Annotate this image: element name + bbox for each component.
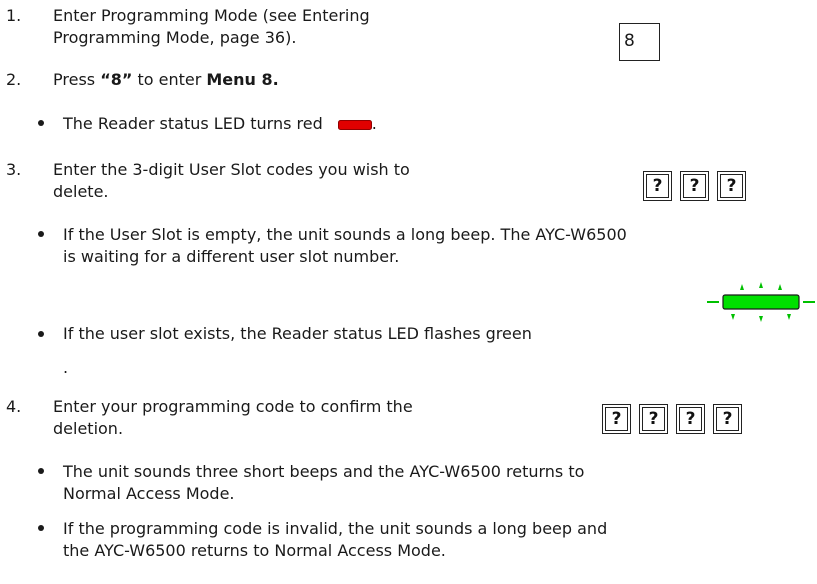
red-led-icon [337, 119, 372, 130]
program-code-key-1: ? [602, 404, 631, 434]
step-2-menu: Menu 8. [206, 70, 279, 89]
step-2-mid: to enter [132, 70, 207, 89]
red-led-text: The Reader status LED turns red [63, 114, 323, 133]
slot-exists-line1: If the user slot exists, the Reader stat… [63, 324, 532, 343]
step-4-text-line1: Enter your programming code to confirm t… [53, 397, 413, 416]
red-led-bullet-text: The Reader status LED turns red. [63, 113, 377, 134]
bullet-dot [38, 468, 44, 474]
program-code-key-2: ? [639, 404, 668, 434]
invalid-code-line1: If the programming code is invalid, the … [63, 519, 608, 538]
three-beeps-line1: The unit sounds three short beeps and th… [63, 462, 585, 481]
invalid-code-line2: the AYC-W6500 returns to Normal Access M… [63, 541, 446, 560]
bullet-dot [38, 120, 44, 126]
slot-exists-line2: . [63, 358, 69, 377]
bullet-dot [38, 331, 44, 337]
step-4-text-line2: deletion. [53, 419, 124, 438]
program-code-key-3: ? [676, 404, 705, 434]
menu-key-label: 8 [624, 31, 635, 51]
step-2-number: 2. [6, 70, 22, 89]
empty-slot-line2: is waiting for a different user slot num… [63, 247, 400, 266]
step-2-press: Press [53, 70, 101, 89]
user-slot-key-2: ? [680, 171, 709, 201]
user-slot-key-3: ? [717, 171, 746, 201]
step-3-number: 3. [6, 160, 22, 179]
step-1-text-line2: Programming Mode, page 36). [53, 28, 297, 47]
menu-key-box: 8 [619, 23, 660, 61]
user-slot-key-1: ? [643, 171, 672, 201]
step-3-text-line2: delete. [53, 182, 109, 201]
step-2-text: Press “8” to enter Menu 8. [53, 69, 279, 90]
step-1-text-line1: Enter Programming Mode (see Entering [53, 6, 370, 25]
program-code-key-4: ? [713, 404, 742, 434]
empty-slot-line1: If the User Slot is empty, the unit soun… [63, 225, 627, 244]
bullet-dot [38, 525, 44, 531]
bullet-dot [38, 231, 44, 237]
red-led-period: . [371, 114, 377, 133]
step-3-text-line1: Enter the 3-digit User Slot codes you wi… [53, 160, 410, 179]
step-1-number: 1. [6, 6, 22, 25]
step-2-key: “8” [100, 70, 133, 89]
three-beeps-line2: Normal Access Mode. [63, 484, 235, 503]
step-4-number: 4. [6, 397, 22, 416]
green-led-flashing-icon [707, 282, 815, 322]
